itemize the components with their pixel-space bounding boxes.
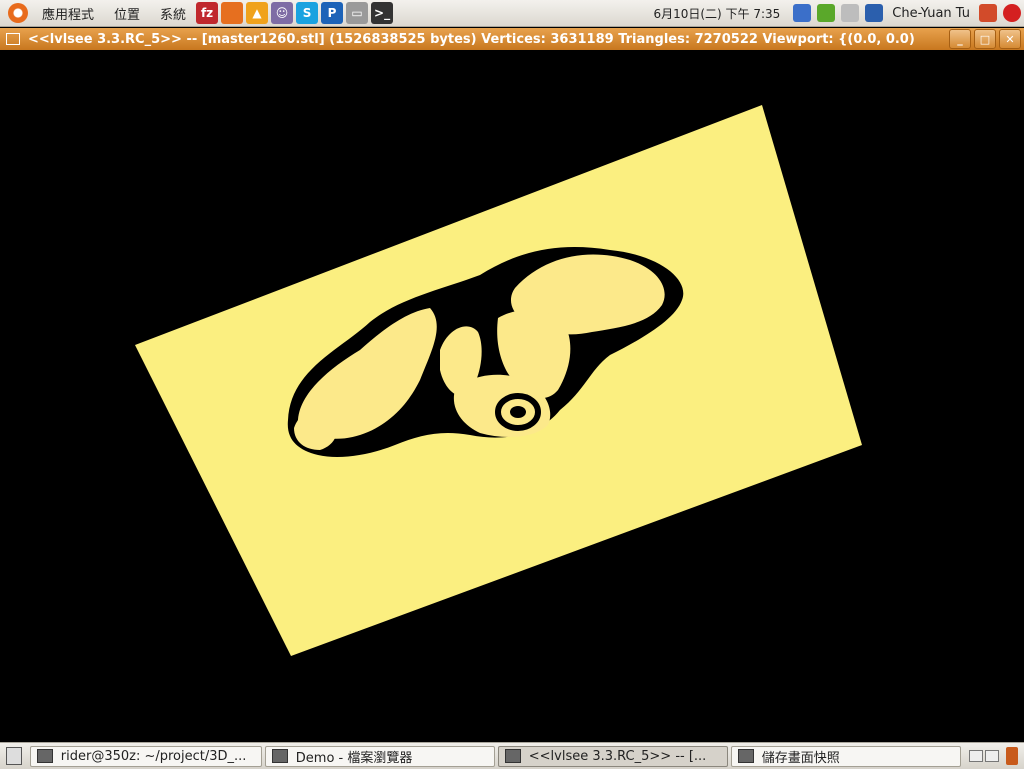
launcher-group: fz ▲ ☺ S P ▭ >_ bbox=[196, 2, 394, 24]
vlc-icon[interactable]: ▲ bbox=[246, 2, 269, 24]
taskbar-button[interactable]: rider@350z: ~/project/3D_... bbox=[29, 745, 262, 767]
workspace-switcher[interactable] bbox=[968, 750, 1000, 762]
show-desktop-icon[interactable] bbox=[6, 747, 22, 765]
taskbar-button-label: Demo - 檔案瀏覽器 bbox=[295, 750, 413, 766]
power-icon[interactable] bbox=[1003, 4, 1021, 22]
spine-core bbox=[510, 406, 526, 418]
window-menu-icon[interactable] bbox=[6, 33, 20, 45]
taskbar-button[interactable]: Demo - 檔案瀏覽器 bbox=[264, 745, 495, 767]
top-panel: 應用程式 位置 系統 fz ▲ ☺ S P ▭ >_ 6月10日(二) 下午 7:35 Ch… bbox=[0, 0, 1024, 27]
workspace-2[interactable] bbox=[984, 750, 999, 762]
window-title: <<lvlsee 3.3.RC_5>> -- [master1260.stl] … bbox=[28, 31, 915, 47]
minimize-button[interactable]: _ bbox=[949, 29, 971, 49]
clock[interactable]: 6月10日(二) 下午 7:35 bbox=[653, 5, 780, 22]
bottom-panel: rider@350z: ~/project/3D_... Demo - 檔案瀏覽器… bbox=[0, 742, 1024, 769]
menu-applications[interactable]: 應用程式 bbox=[36, 4, 100, 23]
taskbar-button[interactable]: 儲存畫面快照 bbox=[730, 745, 961, 767]
menu-places[interactable]: 位置 bbox=[108, 4, 146, 23]
scene-canvas bbox=[135, 105, 862, 656]
p-app-icon[interactable]: P bbox=[321, 2, 344, 24]
menu-system[interactable]: 系統 bbox=[154, 4, 192, 23]
system-tray: 6月10日(二) 下午 7:35 Che-Yuan Tu bbox=[653, 0, 1024, 26]
user-name[interactable]: Che-Yuan Tu bbox=[892, 6, 970, 21]
taskbar-button-label: 儲存畫面快照 bbox=[761, 750, 840, 766]
taskbar-button[interactable]: <<lvlsee 3.3.RC_5>> -- [... bbox=[497, 745, 728, 767]
firefox-icon[interactable] bbox=[221, 2, 244, 24]
window-titlebar[interactable]: <<lvlsee 3.3.RC_5>> -- [master1260.stl] … bbox=[0, 28, 1024, 50]
printer-icon[interactable] bbox=[841, 4, 860, 22]
3d-viewport[interactable] bbox=[0, 50, 1024, 742]
file-browser-icon bbox=[271, 749, 288, 763]
taskbar-button-label: rider@350z: ~/project/3D_... bbox=[60, 748, 247, 764]
battery-icon[interactable] bbox=[817, 4, 836, 22]
terminal-icon bbox=[36, 749, 53, 763]
pidgin-icon[interactable]: ☺ bbox=[271, 2, 294, 24]
close-button[interactable]: ✕ bbox=[999, 29, 1021, 49]
ubuntu-logo-icon[interactable] bbox=[8, 3, 28, 23]
task-list: rider@350z: ~/project/3D_... Demo - 檔案瀏覽器… bbox=[29, 745, 964, 767]
workspace-1[interactable] bbox=[968, 750, 983, 762]
terminal-icon[interactable]: >_ bbox=[371, 2, 394, 24]
window-icon bbox=[504, 749, 521, 763]
camera-icon bbox=[737, 749, 754, 763]
bluetooth-icon[interactable] bbox=[793, 4, 812, 22]
taskbar-button-label: <<lvlsee 3.3.RC_5>> -- [... bbox=[528, 748, 707, 764]
drive-icon[interactable]: ▭ bbox=[346, 2, 369, 24]
network-signal-icon[interactable] bbox=[865, 4, 884, 22]
maximize-button[interactable]: □ bbox=[974, 29, 996, 49]
trash-icon[interactable] bbox=[1005, 747, 1018, 765]
skype-icon[interactable]: S bbox=[296, 2, 319, 24]
filezilla-icon[interactable]: fz bbox=[196, 2, 219, 24]
volume-muted-icon[interactable] bbox=[979, 4, 997, 22]
